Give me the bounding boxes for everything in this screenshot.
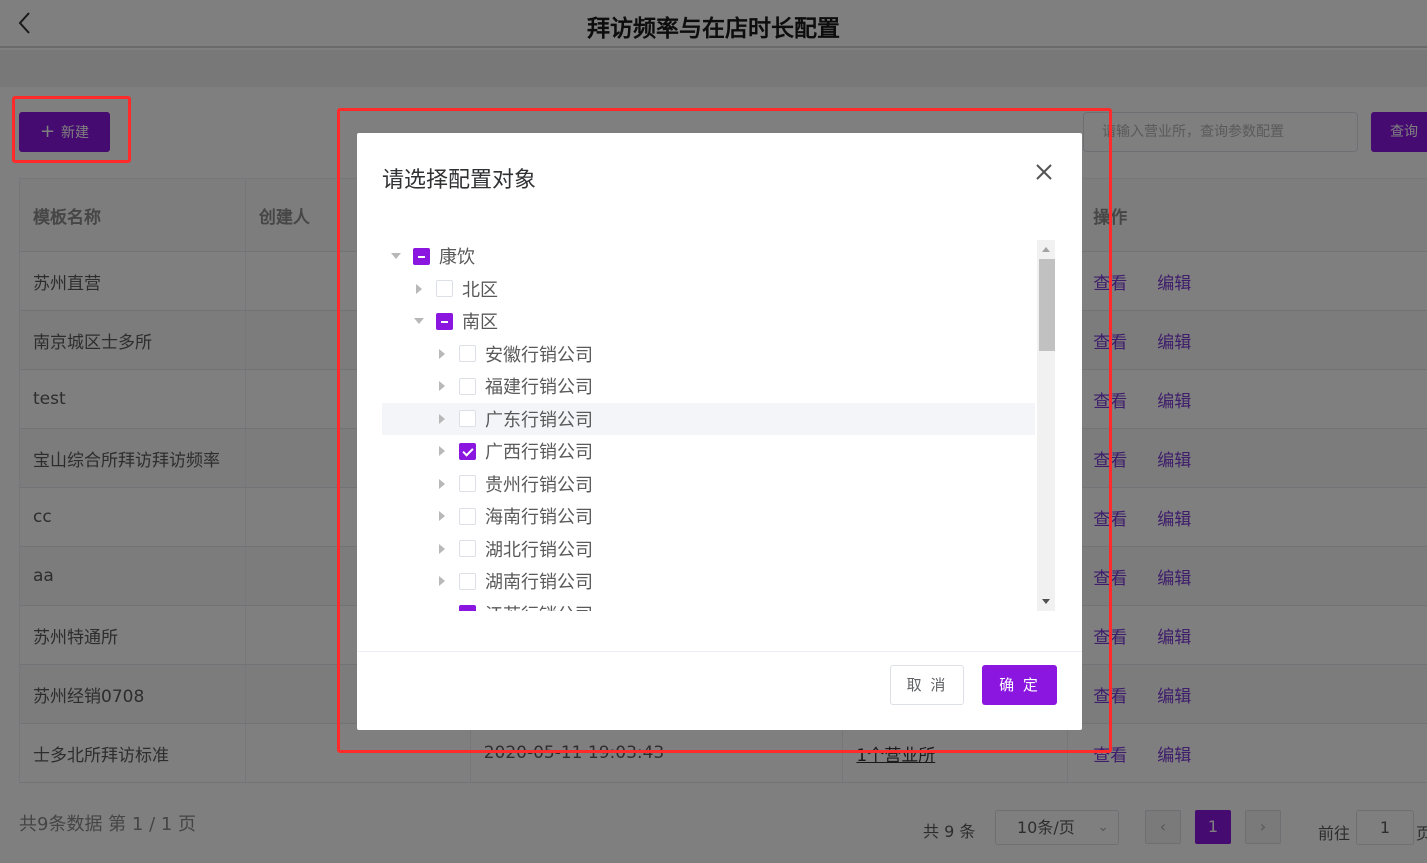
- tree-node[interactable]: 广东行销公司: [382, 402, 1035, 435]
- tree-node[interactable]: 广西行销公司: [382, 435, 1035, 468]
- tree-node-label: 海南行销公司: [485, 507, 593, 529]
- tree-checkbox[interactable]: [459, 377, 476, 395]
- scrollbar-thumb[interactable]: [1039, 259, 1055, 351]
- tree-node[interactable]: 湖南行销公司: [382, 565, 1035, 598]
- tree-checkbox[interactable]: [459, 345, 476, 363]
- dialog-title: 请选择配置对象: [382, 168, 537, 193]
- tree-node[interactable]: 北区: [382, 273, 1035, 306]
- tree-scrollbar[interactable]: [1037, 240, 1055, 611]
- tree-checkbox[interactable]: [459, 507, 476, 525]
- tree-checkbox[interactable]: [459, 475, 476, 493]
- tree-checkbox[interactable]: [459, 540, 476, 558]
- tree-node[interactable]: 湖北行销公司: [382, 533, 1035, 566]
- tree-node[interactable]: 海南行销公司: [382, 500, 1035, 533]
- tree-checkbox[interactable]: [459, 572, 476, 590]
- tree-checkbox[interactable]: [459, 605, 476, 611]
- tree-node-label: 康饮: [439, 247, 475, 269]
- tree-node[interactable]: 康饮: [382, 240, 1035, 273]
- tree-node[interactable]: 南区: [382, 305, 1035, 338]
- caret-right-icon[interactable]: [436, 478, 448, 490]
- caret-down-icon[interactable]: [413, 315, 425, 327]
- tree-node[interactable]: 江苏行销公司: [382, 598, 1035, 611]
- tree-node-label: 江苏行销公司: [485, 601, 593, 611]
- tree-checkbox[interactable]: [413, 247, 430, 265]
- tree-node-label: 安徽行销公司: [485, 344, 593, 366]
- dialog-divider: [357, 651, 1082, 652]
- caret-right-icon[interactable]: [436, 348, 448, 360]
- tree-node-label: 南区: [462, 312, 498, 334]
- tree-checkbox[interactable]: [436, 312, 453, 330]
- tree-node[interactable]: 贵州行销公司: [382, 468, 1035, 501]
- caret-down-icon[interactable]: [436, 608, 448, 611]
- scroll-down-arrow-icon[interactable]: [1037, 595, 1055, 609]
- caret-right-icon[interactable]: [436, 413, 448, 425]
- caret-right-icon[interactable]: [413, 283, 425, 295]
- caret-right-icon[interactable]: [436, 380, 448, 392]
- caret-down-icon[interactable]: [390, 250, 402, 262]
- caret-right-icon[interactable]: [436, 575, 448, 587]
- select-target-dialog: 请选择配置对象 康饮北区南区安徽行销公司 福建行销公司 广东行销公司 广西行销公司 贵州…: [357, 133, 1082, 730]
- caret-right-icon[interactable]: [436, 543, 448, 555]
- caret-right-icon[interactable]: [436, 445, 448, 457]
- tree-node-label: 广东行销公司: [485, 409, 593, 431]
- tree-checkbox[interactable]: [459, 442, 476, 460]
- caret-right-icon[interactable]: [436, 510, 448, 522]
- tree-node[interactable]: 安徽行销公司: [382, 338, 1035, 371]
- tree-node-label: 贵州行销公司: [485, 474, 593, 496]
- tree-node-label: 北区: [462, 279, 498, 301]
- scroll-up-arrow-icon[interactable]: [1037, 242, 1055, 256]
- tree-node-label: 湖南行销公司: [485, 572, 593, 594]
- tree-node-label: 福建行销公司: [485, 377, 593, 399]
- tree-checkbox[interactable]: [459, 410, 476, 428]
- tree-node-label: 湖北行销公司: [485, 539, 593, 561]
- confirm-button[interactable]: 确 定: [982, 665, 1057, 705]
- highlight-box-new-button: [12, 96, 131, 163]
- org-tree: 康饮北区南区安徽行销公司 福建行销公司 广东行销公司 广西行销公司 贵州行销公司 海南行销…: [382, 240, 1035, 611]
- tree-checkbox[interactable]: [436, 280, 453, 298]
- close-icon[interactable]: [1031, 159, 1057, 185]
- tree-node[interactable]: 福建行销公司: [382, 370, 1035, 403]
- tree-node-label: 广西行销公司: [485, 442, 593, 464]
- cancel-button[interactable]: 取 消: [890, 665, 964, 705]
